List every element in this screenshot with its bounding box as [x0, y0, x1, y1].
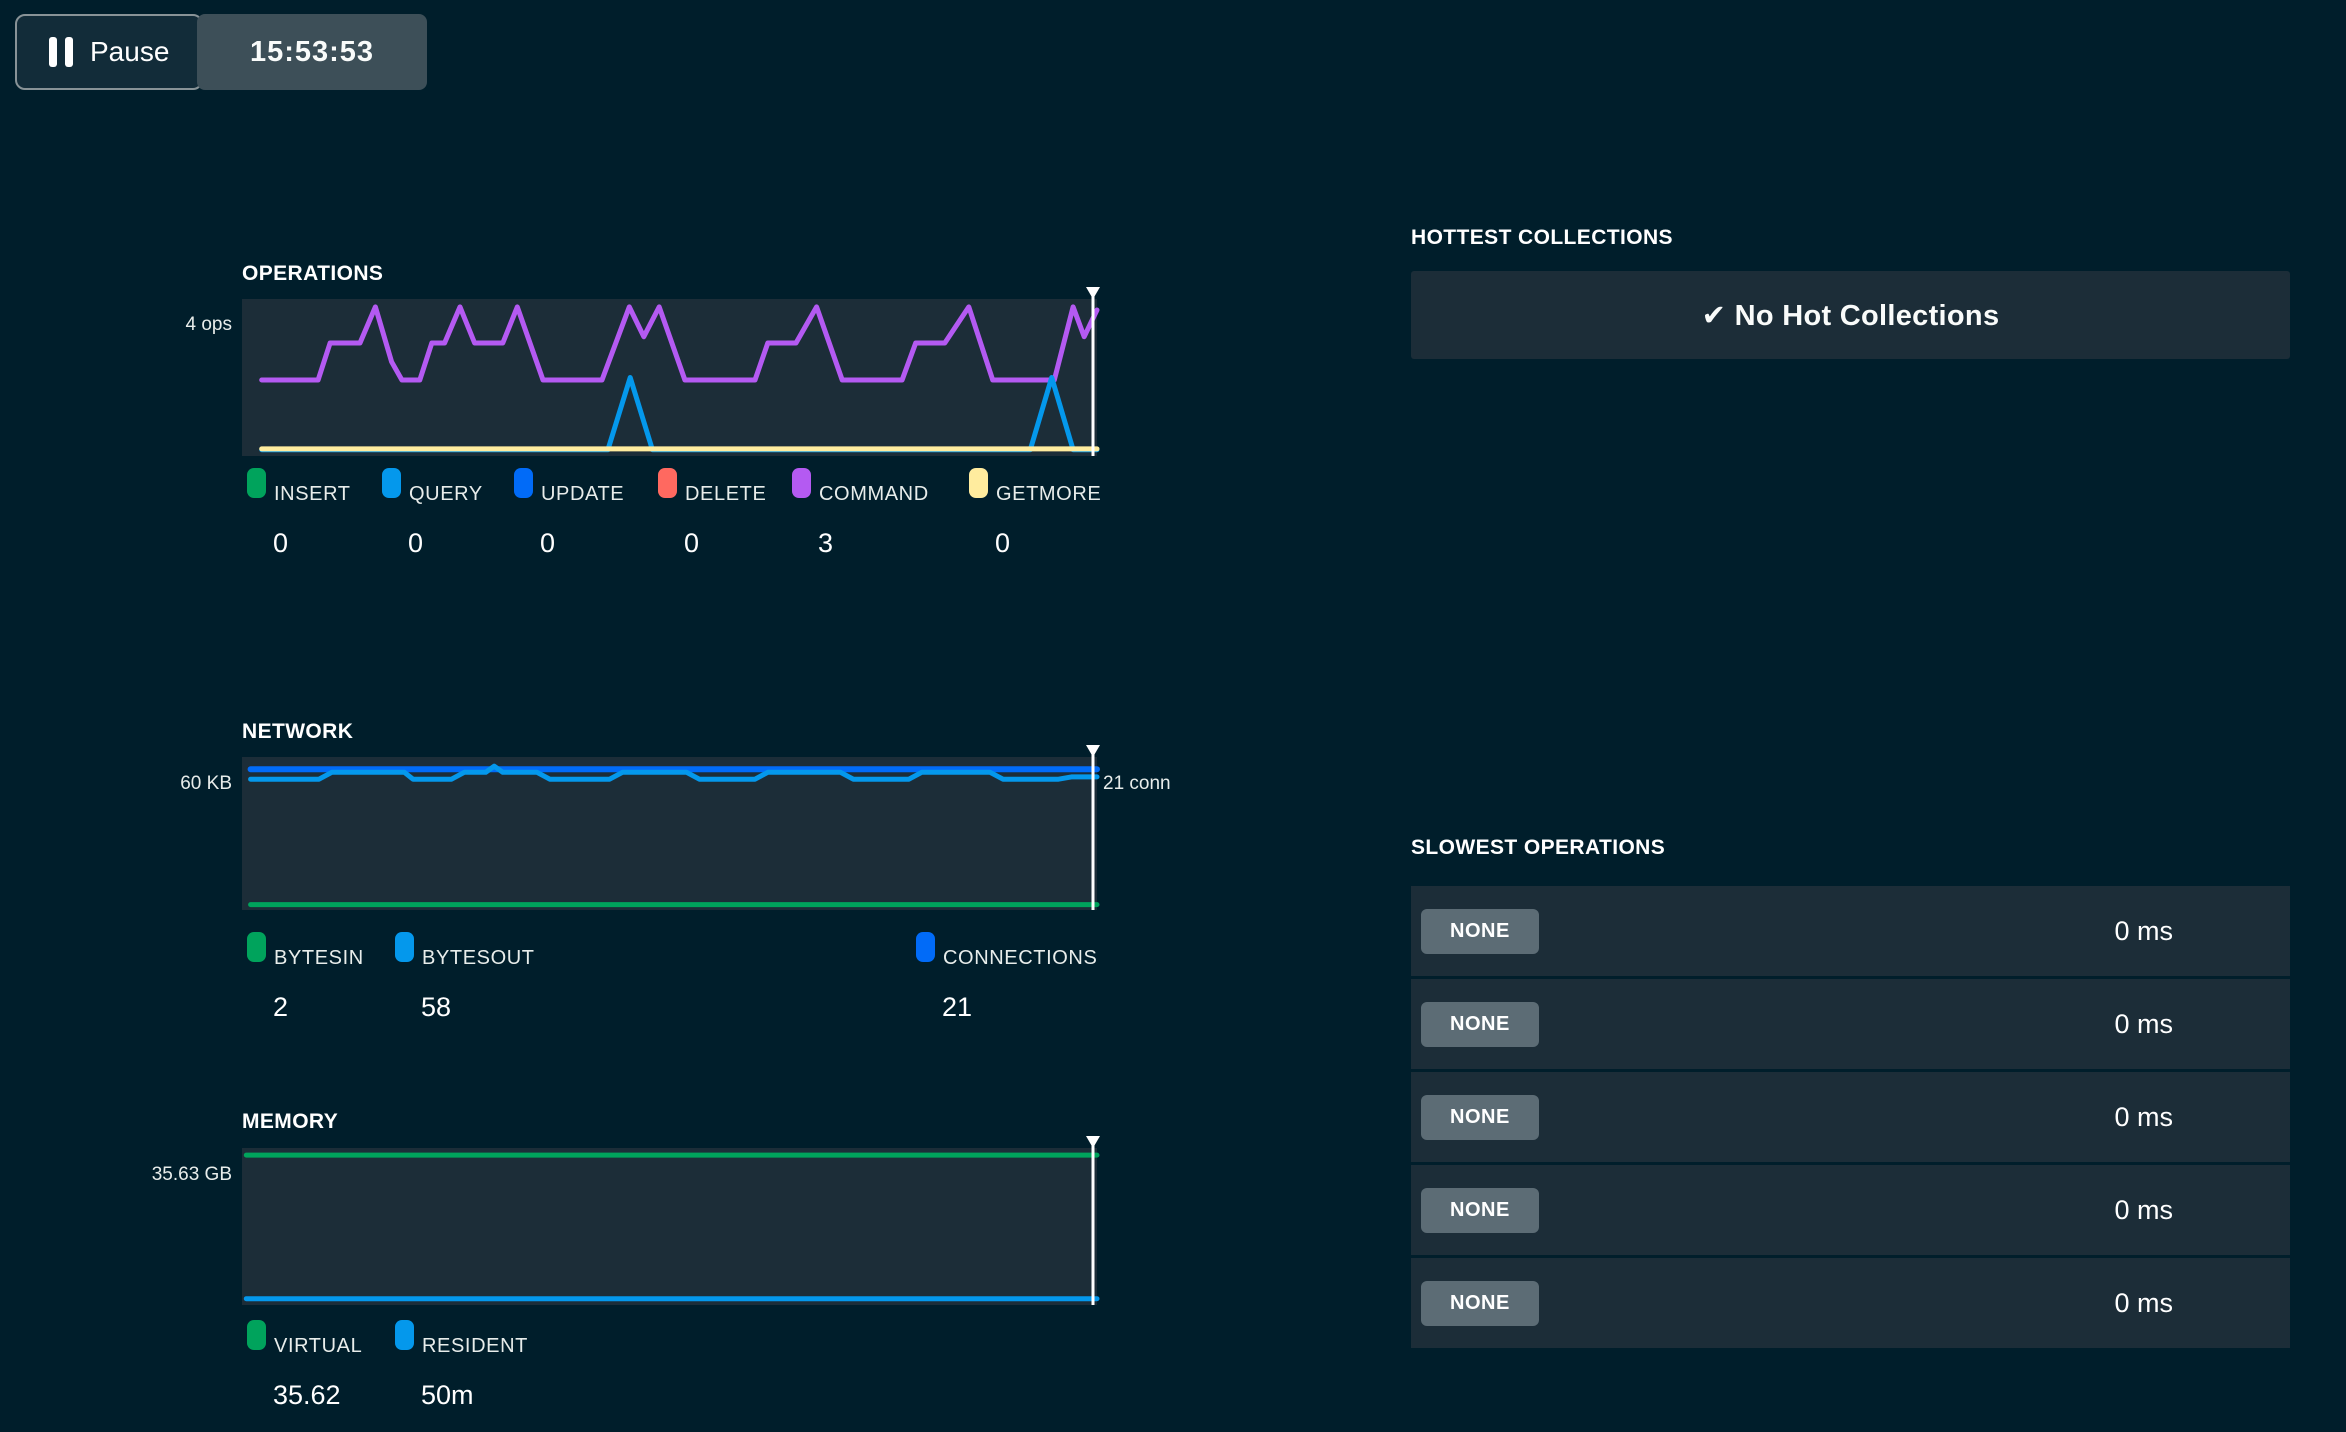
hottest-collections-panel: ✔ No Hot Collections — [1411, 271, 2290, 359]
operation-duration: 0 ms — [2114, 916, 2173, 947]
legend-item-resident: RESIDENT 50m — [395, 1320, 528, 1411]
query-value: 0 — [408, 528, 483, 559]
getmore-swatch-icon — [969, 468, 988, 498]
command-label: COMMAND — [819, 483, 929, 506]
time-display: 15:53:53 — [197, 14, 427, 90]
operation-none-badge: NONE — [1421, 1095, 1539, 1140]
legend-item-getmore: GETMORE 0 — [969, 468, 1101, 559]
series-command — [262, 307, 1097, 380]
scan-cursor-marker — [1086, 1136, 1100, 1148]
operation-duration: 0 ms — [2114, 1009, 2173, 1040]
bytesout-value: 58 — [421, 992, 535, 1023]
resident-label: RESIDENT — [422, 1335, 528, 1358]
memory-y-axis-label: 35.63 GB — [82, 1164, 232, 1186]
operation-none-badge: NONE — [1421, 909, 1539, 954]
network-y-axis-label: 60 KB — [82, 773, 232, 795]
connections-label: CONNECTIONS — [943, 947, 1097, 970]
legend-item-virtual: VIRTUAL 35.62 — [247, 1320, 362, 1411]
operation-duration: 0 ms — [2114, 1102, 2173, 1133]
virtual-label: VIRTUAL — [274, 1335, 362, 1358]
connections-swatch-icon — [916, 932, 935, 962]
slowest-operation-row: NONE 0 ms — [1411, 1165, 2290, 1255]
operations-legend: INSERT0QUERY0UPDATE0DELETE0COMMAND3GETMO… — [242, 468, 1097, 578]
operations-title: OPERATIONS — [242, 262, 383, 286]
resident-swatch-icon — [395, 1320, 414, 1350]
slowest-operations-title: SLOWEST OPERATIONS — [1411, 836, 1665, 860]
query-label: QUERY — [409, 483, 483, 506]
memory-chart[interactable] — [242, 1148, 1097, 1305]
pause-button[interactable]: Pause — [15, 14, 203, 90]
legend-item-insert: INSERT 0 — [247, 468, 351, 559]
insert-swatch-icon — [247, 468, 266, 498]
series-query — [262, 378, 1097, 450]
memory-title: MEMORY — [242, 1110, 338, 1134]
bytesout-label: BYTESOUT — [422, 947, 535, 970]
update-label: UPDATE — [541, 483, 624, 506]
operation-none-badge: NONE — [1421, 1002, 1539, 1047]
virtual-value: 35.62 — [273, 1380, 362, 1411]
getmore-label: GETMORE — [996, 483, 1101, 506]
virtual-swatch-icon — [247, 1320, 266, 1350]
legend-item-bytesout: BYTESOUT 58 — [395, 932, 535, 1023]
update-swatch-icon — [514, 468, 533, 498]
memory-chart-canvas — [242, 1148, 1097, 1305]
legend-item-command: COMMAND 3 — [792, 468, 929, 559]
slowest-operation-row: NONE 0 ms — [1411, 886, 2290, 976]
getmore-value: 0 — [995, 528, 1101, 559]
network-title: NETWORK — [242, 720, 353, 744]
pause-icon — [49, 37, 73, 67]
legend-item-update: UPDATE 0 — [514, 468, 624, 559]
operations-chart[interactable] — [242, 299, 1097, 456]
operations-chart-canvas — [242, 299, 1097, 456]
delete-label: DELETE — [685, 483, 766, 506]
insert-label: INSERT — [274, 483, 351, 506]
query-swatch-icon — [382, 468, 401, 498]
delete-swatch-icon — [658, 468, 677, 498]
bytesin-swatch-icon — [247, 932, 266, 962]
slowest-operation-row: NONE 0 ms — [1411, 979, 2290, 1069]
performance-dashboard: { "toolbar": { "pause_button": "Pause", … — [0, 0, 2346, 1432]
operations-y-axis-label: 4 ops — [82, 314, 232, 336]
network-chart-canvas — [242, 757, 1097, 910]
bytesin-label: BYTESIN — [274, 947, 364, 970]
no-hot-collections-message: ✔ No Hot Collections — [1411, 271, 2290, 359]
slowest-operation-row: NONE 0 ms — [1411, 1258, 2290, 1348]
update-value: 0 — [540, 528, 624, 559]
insert-value: 0 — [273, 528, 351, 559]
scan-cursor-marker — [1086, 287, 1100, 299]
command-swatch-icon — [792, 468, 811, 498]
memory-legend: VIRTUAL 35.62 RESIDENT 50m — [242, 1320, 1097, 1430]
slowest-operation-row: NONE 0 ms — [1411, 1072, 2290, 1162]
hottest-collections-title: HOTTEST COLLECTIONS — [1411, 226, 1673, 250]
bytesout-swatch-icon — [395, 932, 414, 962]
delete-value: 0 — [684, 528, 766, 559]
resident-value: 50m — [421, 1380, 528, 1411]
network-legend: BYTESIN 2 BYTESOUT 58 CONNECTIONS 21 — [242, 932, 1097, 1042]
network-chart[interactable] — [242, 757, 1097, 910]
legend-item-connections: CONNECTIONS 21 — [916, 932, 1097, 1023]
operation-none-badge: NONE — [1421, 1281, 1539, 1326]
legend-item-delete: DELETE 0 — [658, 468, 766, 559]
slowest-operations-list: NONE 0 ms NONE 0 ms NONE 0 ms NONE 0 ms NONE 0 ms — [1411, 886, 2290, 1348]
command-value: 3 — [818, 528, 929, 559]
pause-button-label: Pause — [90, 36, 169, 68]
network-connections-label: 21 conn — [1103, 773, 1171, 795]
legend-item-bytesin: BYTESIN 2 — [247, 932, 364, 1023]
scan-cursor-marker — [1086, 745, 1100, 757]
bytesin-value: 2 — [273, 992, 364, 1023]
operation-duration: 0 ms — [2114, 1195, 2173, 1226]
operation-duration: 0 ms — [2114, 1288, 2173, 1319]
legend-item-query: QUERY 0 — [382, 468, 483, 559]
connections-value: 21 — [942, 992, 1097, 1023]
operation-none-badge: NONE — [1421, 1188, 1539, 1233]
